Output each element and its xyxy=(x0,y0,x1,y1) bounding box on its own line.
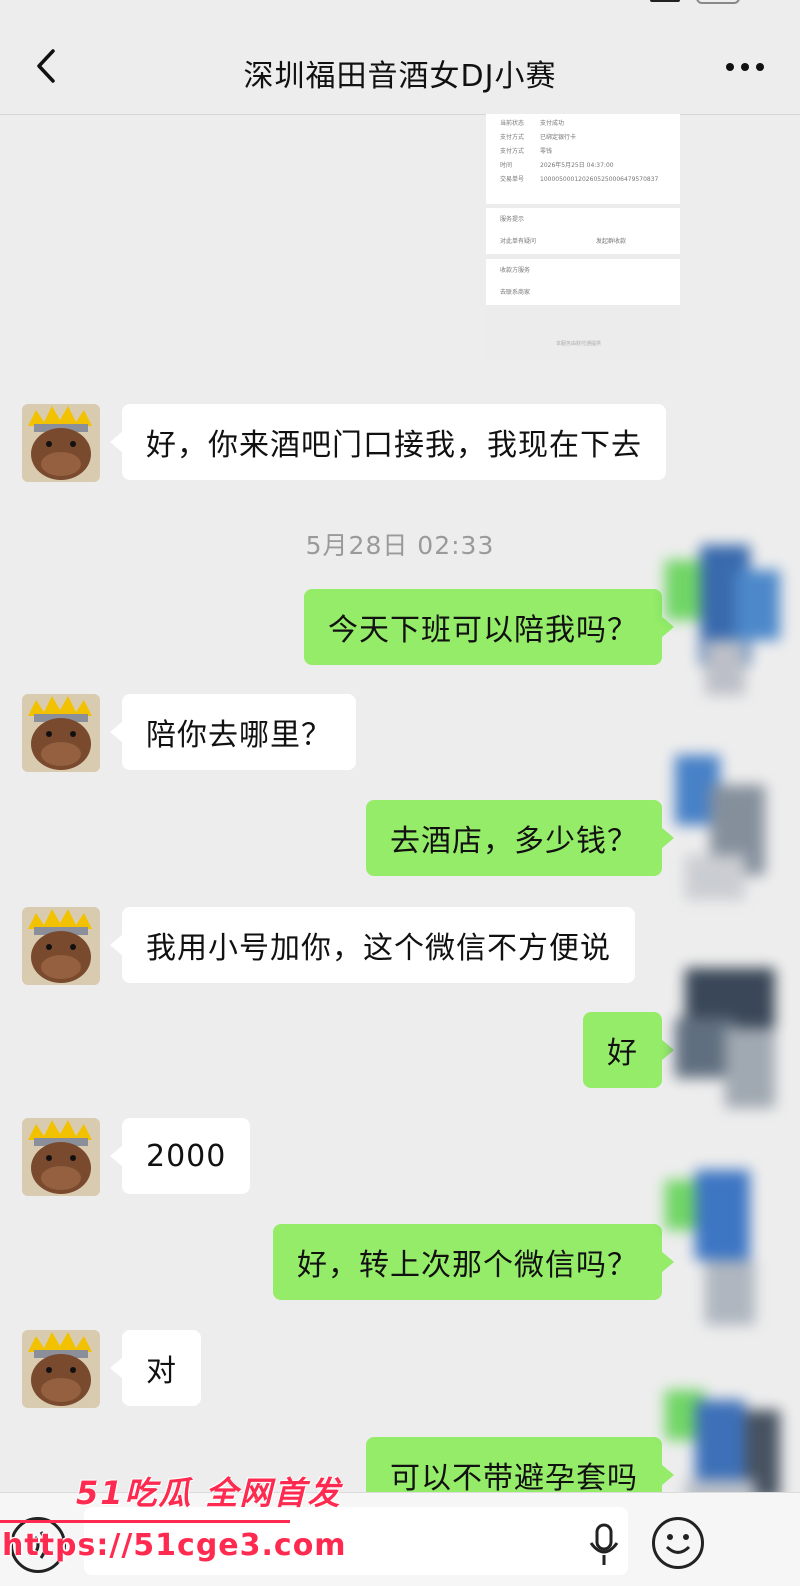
message-bubble-incoming[interactable]: 好，你来酒吧门口接我，我现在下去 xyxy=(110,404,666,480)
image-message[interactable]: 当前状态 支付成功 支付方式 已绑定银行卡 支付方式 零钱 时间 2026年5月25日 … xyxy=(486,114,680,359)
message-bubble-outgoing[interactable]: 好 xyxy=(583,1012,674,1088)
own-avatar-blurred xyxy=(665,745,790,910)
more-dots-icon[interactable] xyxy=(720,52,770,82)
status-indicators xyxy=(650,0,740,10)
receipt-merchant-card: 收款方服务 去联系商家 xyxy=(486,259,680,305)
contact-avatar[interactable] xyxy=(22,1118,100,1196)
contact-avatar[interactable] xyxy=(22,694,100,772)
signal-icon xyxy=(650,0,680,2)
contact-avatar[interactable] xyxy=(22,404,100,482)
emoji-icon[interactable] xyxy=(652,1517,704,1569)
message-bubble-incoming[interactable]: 对 xyxy=(110,1330,201,1406)
status-bar xyxy=(0,0,800,18)
nav-bar: 深圳福田音酒女DJ小赛 xyxy=(0,18,800,115)
receipt-footer: 本服务由财付通提供 xyxy=(556,341,602,347)
receipt-details-card: 当前状态 支付成功 支付方式 已绑定银行卡 支付方式 零钱 时间 2026年5月25日 … xyxy=(486,114,680,204)
contact-avatar[interactable] xyxy=(22,1330,100,1408)
message-bubble-outgoing[interactable]: 去酒店，多少钱？ xyxy=(366,800,674,876)
battery-icon xyxy=(696,0,740,4)
chat-title: 深圳福田音酒女DJ小赛 xyxy=(243,59,557,94)
own-avatar-blurred xyxy=(665,1170,790,1335)
message-bubble-outgoing[interactable]: 今天下班可以陪我吗？ xyxy=(304,589,674,665)
chevron-left-icon[interactable] xyxy=(26,46,66,86)
microphone-icon[interactable] xyxy=(586,1523,622,1567)
own-avatar-blurred xyxy=(665,540,790,705)
message-bubble-outgoing[interactable]: 好，转上次那个微信吗？ xyxy=(273,1224,674,1300)
own-avatar-blurred xyxy=(665,958,790,1123)
message-bubble-incoming[interactable]: 陪你去哪里？ xyxy=(110,694,356,770)
message-bubble-incoming[interactable]: 我用小号加你，这个微信不方便说 xyxy=(110,907,635,983)
watermark-brand: 51吃瓜 全网首发 xyxy=(76,1474,342,1512)
message-bubble-incoming[interactable]: 2000 xyxy=(109,1118,251,1194)
contact-avatar[interactable] xyxy=(22,907,100,985)
receipt-service-card: 服务提示 对此单有疑问 发起群收款 xyxy=(486,208,680,254)
watermark-underline xyxy=(0,1520,290,1523)
watermark-url: https://51cge3.com xyxy=(2,1528,347,1563)
